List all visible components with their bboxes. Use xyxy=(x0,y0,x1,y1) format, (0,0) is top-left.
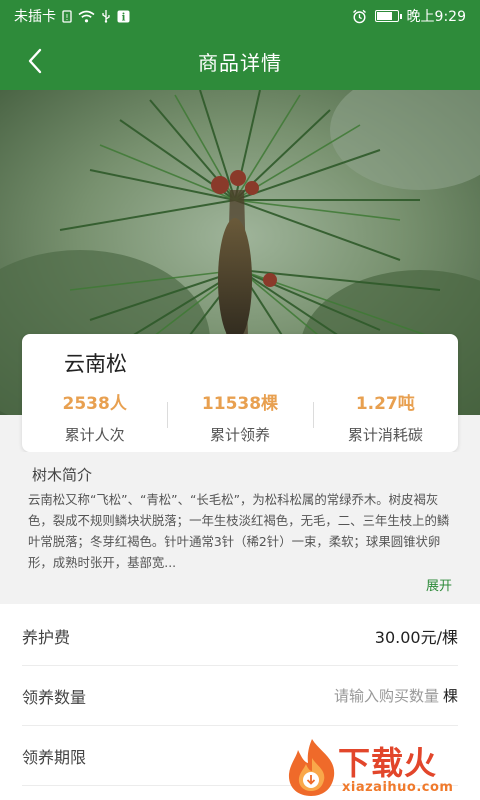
stat-carbon: 1.27吨 累计消耗碳 xyxy=(312,386,458,446)
fee-value: 30.00元/棵 xyxy=(374,627,458,647)
stat-participants: 2538人 累计人次 xyxy=(22,386,167,446)
svg-text:!: ! xyxy=(65,13,68,22)
status-right: 晚上9:29 xyxy=(352,6,466,26)
sim-icon: ! xyxy=(62,9,72,23)
back-button[interactable] xyxy=(18,44,52,78)
status-left: 未插卡 ! i xyxy=(14,6,130,26)
stats-row: 2538人 累计人次 11538棵 累计领养 1.27吨 累计消耗碳 xyxy=(22,386,458,446)
app-header: 商品详情 xyxy=(0,32,480,90)
tree-intro-section: 树木简介 云南松又称“飞松”、“青松”、“长毛松”，为松科松属的常绿乔木。树皮褐… xyxy=(0,452,480,604)
intro-text: 云南松又称“飞松”、“青松”、“长毛松”，为松科松属的常绿乔木。树皮褐灰色，裂成… xyxy=(28,492,450,570)
status-bar: 未插卡 ! i 晚上9:29 xyxy=(0,0,480,32)
clock-text: 晚上9:29 xyxy=(406,9,466,25)
quantity-field: 棵 xyxy=(308,685,458,706)
tree-stats-card: 云南松 2538人 累计人次 11538棵 累计领养 1.27吨 累计消耗碳 xyxy=(22,334,458,452)
stat-label: 累计领养 xyxy=(209,426,270,444)
watermark-url: xiazaihuo.com xyxy=(342,780,454,795)
period-label: 领养期限 xyxy=(22,747,87,767)
stat-label: 累计人次 xyxy=(64,426,125,444)
watermark-logo: 下载火 xiazaihuo.com xyxy=(282,736,477,798)
intro-title: 树木简介 xyxy=(32,466,93,484)
back-arrow-icon xyxy=(28,48,42,74)
expand-link[interactable]: 展开 xyxy=(426,575,452,594)
usb-icon xyxy=(101,9,111,23)
info-icon: i xyxy=(117,10,130,23)
alarm-icon xyxy=(352,9,367,24)
svg-text:i: i xyxy=(122,12,126,23)
stat-value: 11538棵 xyxy=(201,394,279,414)
tree-name: 云南松 xyxy=(64,352,127,376)
quantity-label: 领养数量 xyxy=(22,687,87,707)
stat-adopted: 11538棵 累计领养 xyxy=(167,386,312,446)
quantity-input[interactable] xyxy=(308,686,439,705)
stat-label: 累计消耗碳 xyxy=(347,426,423,444)
flame-icon xyxy=(288,739,335,796)
battery-icon xyxy=(374,10,402,22)
page-title: 商品详情 xyxy=(198,50,282,75)
wifi-icon xyxy=(78,10,95,23)
stat-value: 2538人 xyxy=(62,394,127,414)
quantity-unit: 棵 xyxy=(442,687,458,705)
fee-label: 养护费 xyxy=(22,627,71,647)
carrier-text: 未插卡 xyxy=(14,9,56,25)
quantity-row: 领养数量 棵 xyxy=(22,666,458,726)
stat-value: 1.27吨 xyxy=(355,394,415,414)
watermark-text: 下载火 xyxy=(338,744,438,782)
fee-row: 养护费 30.00元/棵 xyxy=(22,606,458,666)
